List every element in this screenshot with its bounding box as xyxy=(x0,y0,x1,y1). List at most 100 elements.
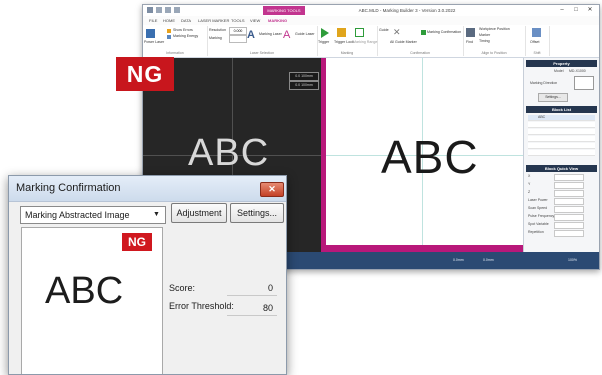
context-tab-label: MARKING TOOLS xyxy=(263,6,305,15)
score-underline xyxy=(227,295,277,296)
field-scan-speed[interactable] xyxy=(554,206,584,213)
layout-marking-text[interactable]: ABC xyxy=(381,133,479,181)
field-label-laser-power: Laser Power xyxy=(528,198,548,202)
field-x[interactable] xyxy=(554,174,584,181)
status-y: 0.0mm xyxy=(483,258,494,262)
ribbon-group-label: Information xyxy=(166,51,184,55)
dialog-title-bar: Marking Confirmation ✕ xyxy=(9,176,286,202)
ribbon-group-laser-selection: Resolution 0.000 Marking A Marking Laser… xyxy=(207,26,318,56)
marker-button[interactable]: Marker xyxy=(479,33,490,38)
lock-icon[interactable] xyxy=(337,28,346,37)
tab-view[interactable]: VIEW xyxy=(246,16,264,25)
block-quick-view-header: Block Quick View xyxy=(526,165,597,172)
trigger-icon[interactable] xyxy=(321,28,329,38)
range-icon[interactable] xyxy=(355,28,364,37)
offset-button[interactable]: Offset xyxy=(530,40,540,45)
marking-field[interactable] xyxy=(229,35,247,43)
field-repetition[interactable] xyxy=(554,230,584,237)
ribbon-group-label: Confirmation xyxy=(410,51,430,55)
marking-energy-button[interactable]: Marking Energy xyxy=(173,34,198,39)
marking-field-label: Marking xyxy=(209,36,222,40)
model-value: MD-X1000 xyxy=(569,69,586,73)
field-label-pulse-frequency: Pulse Frequency xyxy=(528,214,555,218)
confirm-icon[interactable] xyxy=(421,30,426,35)
field-spot-variable[interactable] xyxy=(554,222,584,229)
tab-home[interactable]: HOME xyxy=(159,16,179,25)
tab-data[interactable]: DATA xyxy=(177,16,195,25)
workpiece-position-button[interactable]: Workpiece Position xyxy=(479,27,510,32)
guide-button[interactable]: Guide xyxy=(379,28,389,33)
all-guide-marker-button[interactable]: All Guide Marker xyxy=(390,40,417,45)
marking-laser-icon[interactable]: A xyxy=(247,29,259,41)
timing-button[interactable]: Timing xyxy=(479,39,490,44)
field-laser-power[interactable] xyxy=(554,198,584,205)
find-button[interactable]: Find xyxy=(466,40,473,45)
block-name: ABC xyxy=(538,115,546,119)
ribbon-group-information: Power Laser Show Errors Marking Energy I… xyxy=(143,26,208,56)
find-icon[interactable] xyxy=(466,28,475,37)
marking-confirmation-dialog: Marking Confirmation ✕ Marking Abstracte… xyxy=(8,175,287,375)
list-item[interactable] xyxy=(528,136,595,142)
adjustment-button[interactable]: Adjustment xyxy=(171,203,227,223)
maximize-icon[interactable]: □ xyxy=(569,5,583,16)
list-item[interactable]: ABC xyxy=(528,115,595,121)
close-icon[interactable]: ✕ xyxy=(583,5,597,16)
camera-marking-text: ABC xyxy=(188,132,270,174)
ribbon-group-align: Find Workpiece Position Marker Timing Al… xyxy=(463,26,526,56)
offset-icon[interactable] xyxy=(532,28,541,37)
right-panel: Property Model MD-X1000 Marking Directio… xyxy=(523,58,599,252)
ribbon-group-label: Marking xyxy=(340,51,354,55)
marking-laser-button[interactable]: Marking Laser xyxy=(259,32,282,37)
field-label-scan-speed: Scan Speed xyxy=(528,206,548,210)
dialog-title: Marking Confirmation xyxy=(16,182,121,194)
list-item[interactable] xyxy=(528,150,595,156)
all-guide-icon[interactable]: ✕ xyxy=(393,28,402,37)
marking-confirmation-button[interactable]: Marking Confirmation xyxy=(427,30,461,35)
ribbon-group-label: Shift xyxy=(533,51,541,55)
score-value: 0 xyxy=(267,283,273,293)
camera-icon[interactable] xyxy=(146,29,155,38)
settings-button[interactable]: Settings... xyxy=(538,93,568,102)
trigger-lock-button[interactable]: Trigger Lock xyxy=(334,40,354,45)
direction-icon[interactable] xyxy=(574,76,594,90)
field-z[interactable] xyxy=(554,190,584,197)
list-item[interactable] xyxy=(528,129,595,135)
threshold-underline xyxy=(227,315,277,316)
layout-ruler-left xyxy=(321,58,326,252)
resolution-field[interactable]: 0.000 xyxy=(229,27,247,35)
camera-scale-box: 0.0 100mm xyxy=(289,72,319,81)
marking-range-button[interactable]: Marking Range xyxy=(353,40,377,45)
resolution-label: Resolution xyxy=(209,28,226,32)
field-label-z: Z xyxy=(528,190,531,194)
energy-icon xyxy=(167,35,171,39)
settings-button[interactable]: Settings... xyxy=(230,203,284,223)
save-icon[interactable] xyxy=(156,7,162,13)
marking-direction-label: Marking Direction xyxy=(530,81,558,85)
ng-result-badge: NG xyxy=(122,233,152,251)
layout-ruler-bottom xyxy=(321,245,523,252)
error-threshold-value: 80 xyxy=(262,303,273,313)
power-laser-button[interactable]: Power Laser xyxy=(144,40,164,45)
guide-laser-icon[interactable]: A xyxy=(283,29,295,41)
close-icon[interactable]: ✕ xyxy=(260,182,284,197)
block-list-header: Block List xyxy=(526,106,597,113)
list-item[interactable] xyxy=(528,143,595,149)
window-title: ABC.MLD - Marking Builder 3 - Version 3.… xyxy=(358,8,456,13)
show-errors-button[interactable]: Show Errors xyxy=(173,28,193,33)
list-item[interactable] xyxy=(528,122,595,128)
guide-laser-button[interactable]: Guide Laser xyxy=(295,32,315,37)
property-header: Property xyxy=(526,60,597,67)
warning-icon xyxy=(167,29,171,33)
redo-icon[interactable] xyxy=(174,7,180,13)
ribbon-group-marking: Trigger Trigger Lock Marking Range Marki… xyxy=(317,26,378,56)
field-label-y: Y xyxy=(528,182,531,186)
minimize-icon[interactable]: – xyxy=(555,5,569,16)
field-label-x: X xyxy=(528,174,531,178)
trigger-button[interactable]: Trigger xyxy=(318,40,329,45)
model-label: Model xyxy=(554,69,564,73)
field-pulse-frequency[interactable] xyxy=(554,214,584,221)
undo-icon[interactable] xyxy=(165,7,171,13)
error-threshold-label: Error Threshold: xyxy=(169,301,234,311)
field-y[interactable] xyxy=(554,182,584,189)
image-mode-select[interactable]: Marking Abstracted Image ▼ xyxy=(20,206,166,224)
